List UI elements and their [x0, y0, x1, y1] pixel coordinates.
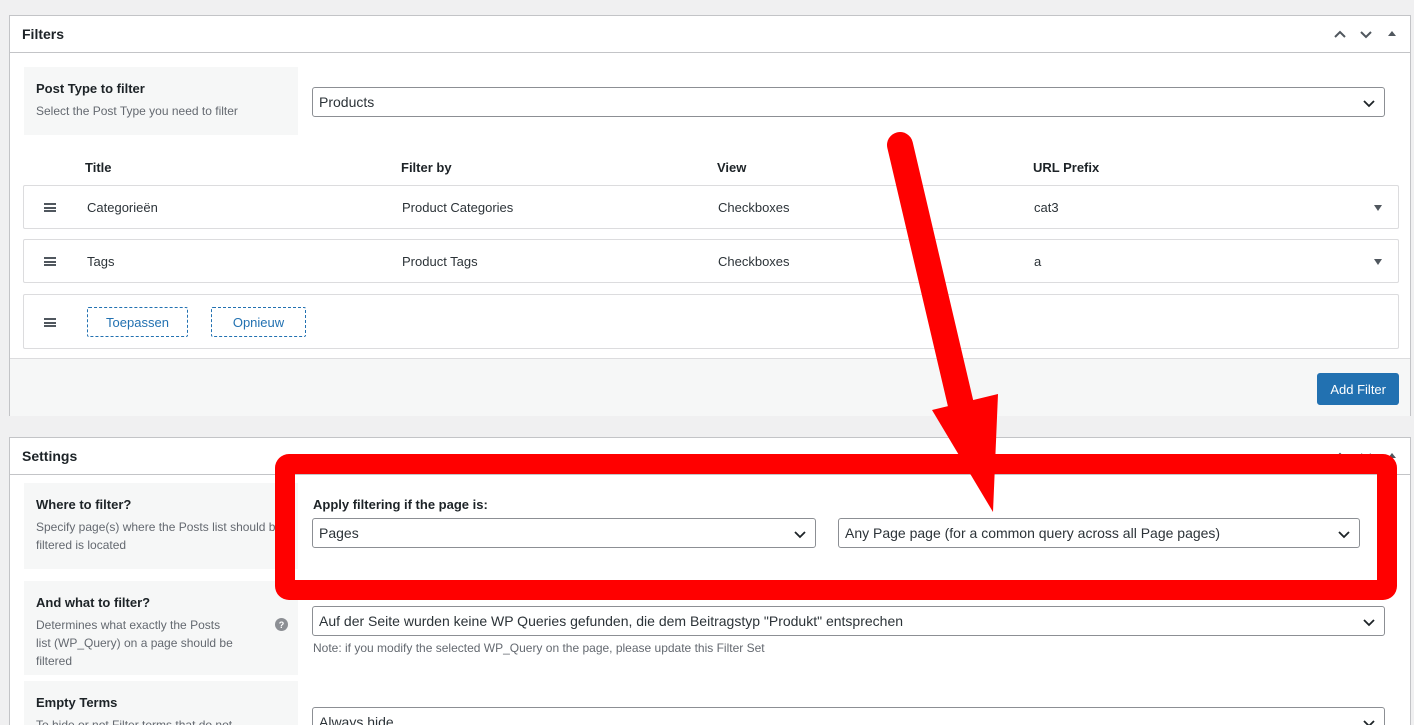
filters-panel-footer: Add Filter [10, 358, 1410, 416]
post-type-select[interactable]: Products [312, 87, 1385, 117]
chevron-down-icon [1363, 720, 1375, 725]
reset-button[interactable]: Opnieuw [211, 307, 306, 337]
settings-panel-title: Settings [22, 448, 78, 464]
empty-terms-label-cell: Empty Terms To hide or not Filter terms … [24, 681, 298, 725]
caret-down-icon[interactable] [1372, 256, 1384, 268]
filter-row-url-prefix: a [1034, 253, 1042, 269]
caret-down-icon[interactable] [1372, 202, 1384, 214]
empty-terms-select[interactable]: Always hide [312, 707, 1385, 725]
move-up-button[interactable] [1330, 24, 1350, 44]
what-description: Determines what exactly the Posts list (… [36, 618, 233, 668]
drag-handle-icon[interactable] [44, 257, 56, 266]
column-header-title: Title [85, 160, 112, 175]
filter-row[interactable]: Tags Product Tags Checkboxes a [23, 239, 1399, 283]
settings-panel-header: Settings [10, 438, 1410, 475]
post-type-select-value: Products [319, 94, 375, 110]
filter-row-title: Categorieën [87, 199, 158, 215]
empty-terms-description: To hide or not Filter terms that do not [36, 718, 233, 725]
toggle-panel-button[interactable] [1382, 446, 1402, 466]
caret-up-icon [1388, 31, 1396, 36]
post-type-description: Select the Post Type you need to filter [36, 104, 238, 118]
drag-handle-icon[interactable] [44, 318, 56, 327]
column-header-url-prefix: URL Prefix [1033, 160, 1100, 175]
wp-query-note: Note: if you modify the selected WP_Quer… [313, 641, 765, 655]
empty-terms-label: Empty Terms [36, 695, 118, 710]
toggle-panel-button[interactable] [1382, 24, 1402, 44]
page-type-select[interactable]: Pages [312, 518, 816, 548]
filter-row-title: Tags [87, 253, 115, 269]
chevron-down-icon [794, 531, 806, 539]
page-scope-select-value: Any Page page (for a common query across… [845, 525, 1221, 541]
chevron-down-icon [1360, 31, 1372, 39]
page-scope-select[interactable]: Any Page page (for a common query across… [838, 518, 1360, 548]
post-type-label-cell: Post Type to filter Select the Post Type… [24, 67, 298, 135]
filter-row[interactable]: Categorieën Product Categories Checkboxe… [23, 185, 1399, 229]
filter-row-url-prefix: cat3 [1034, 199, 1059, 215]
where-label: Where to filter? [36, 497, 132, 512]
drag-handle-icon[interactable] [44, 203, 56, 212]
what-label-cell: And what to filter? Determines what exac… [24, 581, 298, 675]
column-header-view: View [717, 160, 747, 175]
empty-terms-select-value: Always hide [319, 714, 394, 725]
apply-filtering-label: Apply filtering if the page is: [313, 497, 488, 512]
filter-row-view: Checkboxes [718, 253, 790, 269]
help-icon[interactable]: ? [275, 618, 288, 631]
where-label-cell: Where to filter? Specify page(s) where t… [24, 483, 298, 569]
move-down-button[interactable] [1356, 446, 1376, 466]
move-down-button[interactable] [1356, 24, 1376, 44]
chevron-down-icon [1360, 453, 1372, 461]
what-label: And what to filter? [36, 595, 151, 610]
filter-buttons-row: Toepassen Opnieuw [23, 294, 1399, 349]
settings-panel: Settings Where to filter? Specify page(s… [9, 437, 1411, 725]
page-type-select-value: Pages [319, 525, 359, 541]
filter-row-filter-by: Product Categories [402, 199, 514, 215]
chevron-down-icon [1338, 531, 1350, 539]
filters-panel-title: Filters [22, 26, 65, 42]
wp-query-select[interactable]: Auf der Seite wurden keine WP Queries ge… [312, 606, 1385, 636]
chevron-up-icon [1334, 452, 1346, 460]
panel-handle-actions [1330, 16, 1402, 52]
add-filter-button[interactable]: Add Filter [1317, 373, 1399, 405]
chevron-down-icon [1363, 100, 1375, 108]
caret-up-icon [1388, 453, 1396, 458]
filters-panel-header: Filters [10, 16, 1410, 53]
chevron-up-icon [1334, 30, 1346, 38]
filter-row-filter-by: Product Tags [402, 253, 478, 269]
filters-panel: Filters Post Type to filter Select the P… [9, 15, 1411, 416]
chevron-down-icon [1363, 619, 1375, 627]
wp-query-select-value: Auf der Seite wurden keine WP Queries ge… [319, 613, 904, 629]
move-up-button[interactable] [1330, 446, 1350, 466]
where-description: Specify page(s) where the Posts list sho… [36, 520, 283, 552]
apply-button[interactable]: Toepassen [87, 307, 188, 337]
panel-handle-actions [1330, 438, 1402, 474]
column-header-filter-by: Filter by [401, 160, 452, 175]
filter-row-view: Checkboxes [718, 199, 790, 215]
post-type-label: Post Type to filter [36, 81, 145, 96]
